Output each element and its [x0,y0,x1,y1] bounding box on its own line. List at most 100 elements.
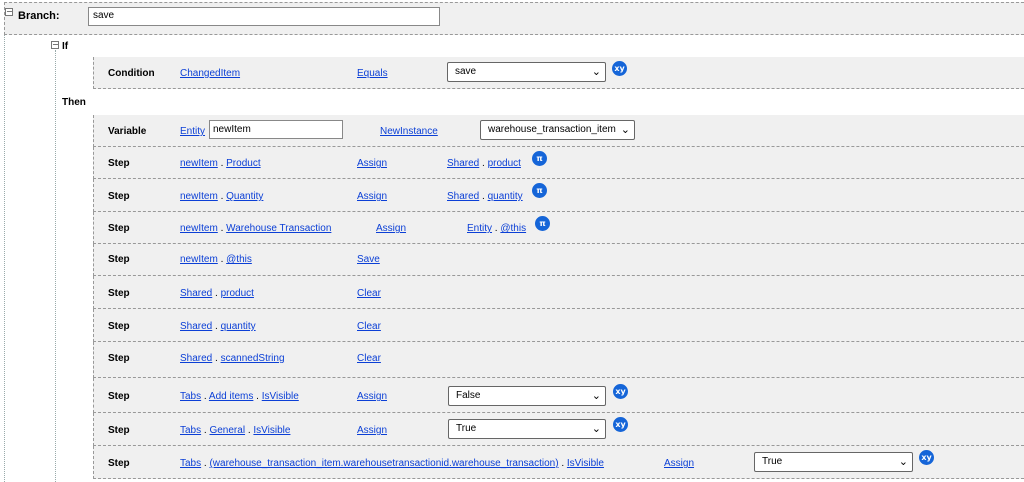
source-part-link[interactable]: Shared [447,191,479,202]
target-part-link[interactable]: Tabs [180,425,201,436]
step-row: Step newItem . @this Save [93,244,1024,276]
step-target: Tabs . (warehouse_transaction_item.wareh… [180,458,604,469]
chevron-down-icon: ⌄ [898,455,908,468]
step-action-link[interactable]: Assign [376,223,406,234]
step-keyword: Step [108,353,130,364]
target-part-link[interactable]: IsVisible [262,391,299,402]
target-part-link[interactable]: IsVisible [253,425,290,436]
target-part-link[interactable]: Add items [209,391,253,402]
target-part-link[interactable]: quantity [221,321,256,332]
step-keyword: Step [108,425,130,436]
step-row: Step Shared . product Clear [93,276,1024,309]
condition-field-link[interactable]: ChangedItem [180,68,240,79]
target-part-link[interactable]: (warehouse_transaction_item.warehousetra… [209,458,558,469]
step-action-link[interactable]: Assign [664,458,694,469]
branch-name-input[interactable]: save [88,7,440,26]
source-part-link[interactable]: @this [500,223,526,234]
separator: . [247,425,251,436]
step-source: Entity . @this [467,223,526,234]
separator: . [482,191,485,202]
condition-value: save [455,66,477,77]
target-part-link[interactable]: Tabs [180,458,201,469]
separator: . [203,458,207,469]
pi-icon[interactable]: π [535,216,550,231]
target-part-link[interactable]: newItem [180,158,218,169]
source-part-link[interactable]: Entity [467,223,492,234]
step-action-link[interactable]: Clear [357,321,381,332]
step-target: Tabs . Add items . IsVisible [180,391,299,402]
separator: . [220,191,224,202]
target-part-link[interactable]: Product [226,158,260,169]
pi-icon[interactable]: π [532,183,547,198]
source-part-link[interactable]: quantity [488,191,523,202]
step-keyword: Step [108,458,130,469]
condition-keyword: Condition [108,68,155,79]
step-action-link[interactable]: Assign [357,158,387,169]
step-action-link[interactable]: Assign [357,391,387,402]
step-action-link[interactable]: Save [357,254,380,265]
pi-icon[interactable]: π [532,151,547,166]
step-target: newItem . Warehouse Transaction [180,223,331,234]
variable-action-link[interactable]: NewInstance [380,126,438,137]
source-part-link[interactable]: product [488,158,521,169]
condition-value-select[interactable]: save ⌄ [447,62,606,82]
separator: . [203,425,207,436]
source-part-link[interactable]: Shared [447,158,479,169]
target-part-link[interactable]: Warehouse Transaction [226,223,331,234]
separator: . [220,254,224,265]
step-value-select[interactable]: True ⌄ [448,419,606,439]
separator: . [494,223,498,234]
step-source: Shared . product [447,158,521,169]
step-action-link[interactable]: Clear [357,288,381,299]
chevron-down-icon: ⌄ [591,422,601,435]
variable-scope-link[interactable]: Entity [180,126,205,137]
separator: . [203,391,207,402]
target-part-link[interactable]: IsVisible [567,458,604,469]
step-value: True [762,456,783,467]
target-part-link[interactable]: Shared [180,288,212,299]
xy-icon[interactable]: xy [613,417,628,432]
step-action-link[interactable]: Clear [357,353,381,364]
target-part-link[interactable]: newItem [180,254,218,265]
separator: . [215,321,218,332]
step-row: Step Tabs . General . IsVisible Assign T… [93,413,1024,446]
condition-row: Condition ChangedItem Equals save ⌄ xy [93,57,1024,89]
step-target: newItem . @this [180,254,252,265]
target-part-link[interactable]: @this [226,254,252,265]
target-part-link[interactable]: newItem [180,191,218,202]
step-keyword: Step [108,158,130,169]
separator: . [215,353,218,364]
variable-type-select[interactable]: warehouse_transaction_item ⌄ [480,120,635,140]
target-part-link[interactable]: product [221,288,254,299]
variable-name-input[interactable]: newItem [209,120,343,139]
if-collapse-icon[interactable]: − [51,41,59,49]
branch-collapse-icon[interactable]: − [5,8,13,16]
separator: . [561,458,565,469]
step-value-select[interactable]: True ⌄ [754,452,913,472]
xy-icon[interactable]: xy [612,61,627,76]
step-action-link[interactable]: Assign [357,191,387,202]
condition-operator-link[interactable]: Equals [357,68,388,79]
variable-keyword: Variable [108,126,147,137]
step-action-link[interactable]: Assign [357,425,387,436]
step-source: Shared . quantity [447,191,523,202]
step-target: newItem . Product [180,158,261,169]
variable-row: Variable Entity newItem NewInstance ware… [93,115,1024,147]
step-row: Step Shared . scannedString Clear [93,342,1024,378]
step-keyword: Step [108,191,130,202]
step-target: Shared . quantity [180,321,256,332]
step-value-select[interactable]: False ⌄ [448,386,606,406]
step-value: True [456,423,477,434]
xy-icon[interactable]: xy [613,384,628,399]
step-target: Shared . product [180,288,254,299]
xy-icon[interactable]: xy [919,450,934,465]
target-part-link[interactable]: Quantity [226,191,263,202]
target-part-link[interactable]: General [209,425,245,436]
if-label: If [62,41,69,52]
target-part-link[interactable]: scannedString [221,353,285,364]
target-part-link[interactable]: Tabs [180,391,201,402]
target-part-link[interactable]: Shared [180,353,212,364]
target-part-link[interactable]: Shared [180,321,212,332]
target-part-link[interactable]: newItem [180,223,218,234]
then-label: Then [62,97,86,108]
